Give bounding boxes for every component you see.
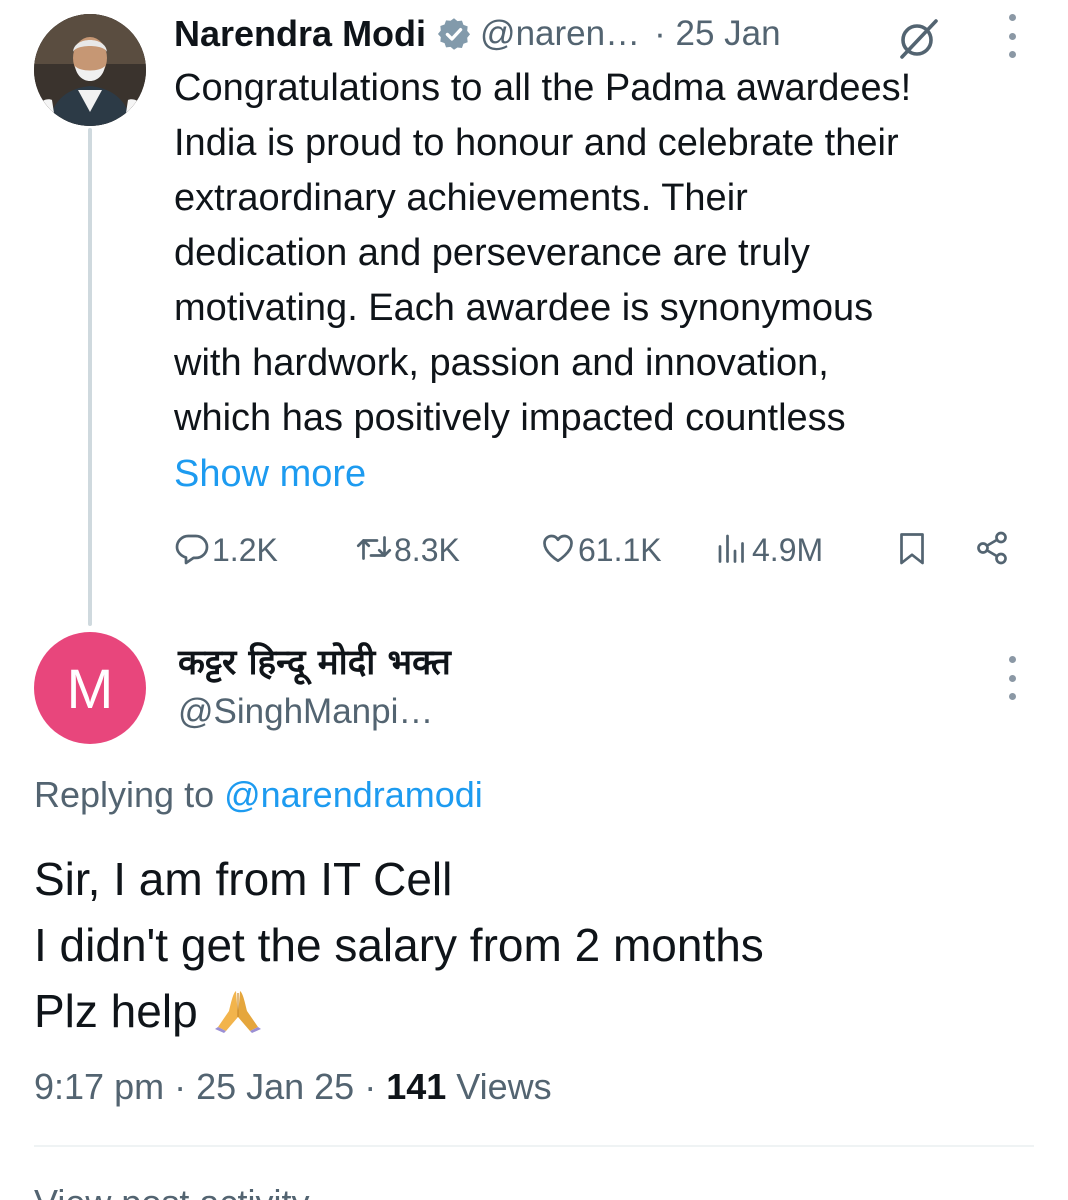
reply-count: 1.2K <box>212 531 278 568</box>
tweet-text-line: India is proud to honour and celebrate t… <box>174 122 899 164</box>
repost-count: 8.3K <box>394 531 460 568</box>
share-button[interactable] <box>974 527 1010 573</box>
view-post-activity-link[interactable]: View post activity <box>34 1182 309 1200</box>
reply-text: Sir, I am from IT Cell I didn't get the … <box>34 846 764 1044</box>
tweet-text-line: with hardwork, passion and innovation, <box>174 342 829 384</box>
author-name[interactable]: Narendra Modi <box>174 13 426 55</box>
verified-badge-icon <box>436 16 472 52</box>
more-options-icon[interactable] <box>1002 14 1022 58</box>
repost-icon <box>356 530 392 571</box>
folded-hands-icon <box>212 984 264 1033</box>
tweet-text: Congratulations to all the Padma awardee… <box>174 61 1054 446</box>
reply-text-line: Sir, I am from IT Cell <box>34 853 453 905</box>
repost-button[interactable]: 8.3K <box>356 527 460 573</box>
tweet-text-line: extraordinary achievements. Their <box>174 177 748 219</box>
replying-to-label: Replying to <box>34 774 225 815</box>
tweet-text-line: motivating. Each awardee is synonymous <box>174 287 874 329</box>
reply-icon <box>174 530 210 571</box>
reply-text-line: Plz help <box>34 978 764 1044</box>
more-options-icon[interactable] <box>1002 656 1022 700</box>
reply-meta: 9:17 pm · 25 Jan 25 · 141 Views <box>34 1066 552 1108</box>
reply-avatar[interactable]: M <box>34 632 146 744</box>
replying-to-mention[interactable]: @narendramodi <box>224 774 483 815</box>
share-icon <box>974 530 1010 571</box>
grok-icon[interactable] <box>896 15 942 61</box>
tweet-header: Narendra Modi @naren… · 25 Jan <box>174 12 781 56</box>
tweet-date[interactable]: · 25 Jan <box>654 14 780 54</box>
author-avatar[interactable] <box>34 14 146 126</box>
reply-author-handle[interactable]: @SinghManpi… <box>178 692 433 732</box>
bookmark-icon <box>894 530 930 571</box>
reply-button[interactable]: 1.2K <box>174 527 278 573</box>
reply-author-name[interactable]: कट्टर हिन्दू मोदी भक्त <box>178 638 451 685</box>
reply-text-line: I didn't get the salary from 2 months <box>34 919 764 971</box>
reply-timestamp[interactable]: 9:17 pm · 25 Jan 25 · <box>34 1066 386 1107</box>
like-button[interactable]: 61.1K <box>540 527 662 573</box>
author-handle[interactable]: @naren… <box>480 14 640 54</box>
views-count: 4.9M <box>752 531 824 568</box>
divider <box>34 1145 1034 1147</box>
bookmark-button[interactable] <box>894 527 930 573</box>
tweet-actions: 1.2K 8.3K 61.1K 4.9M <box>0 527 1068 573</box>
tweet-text-line: Congratulations to all the Padma awardee… <box>174 67 912 109</box>
views-button[interactable]: 4.9M <box>714 527 823 573</box>
show-more-link[interactable]: Show more <box>174 447 366 502</box>
reply-views-count: 141 <box>386 1066 447 1107</box>
tweet-text-line: which has positively impacted countless <box>174 397 846 439</box>
replying-to: Replying to @narendramodi <box>34 774 483 816</box>
analytics-icon <box>714 530 750 571</box>
reply-text-line-content: Plz help <box>34 985 198 1037</box>
heart-icon <box>540 530 576 571</box>
tweet-text-line: dedication and perseverance are truly <box>174 232 810 274</box>
like-count: 61.1K <box>578 531 662 568</box>
reply-views-label: Views <box>446 1066 552 1107</box>
